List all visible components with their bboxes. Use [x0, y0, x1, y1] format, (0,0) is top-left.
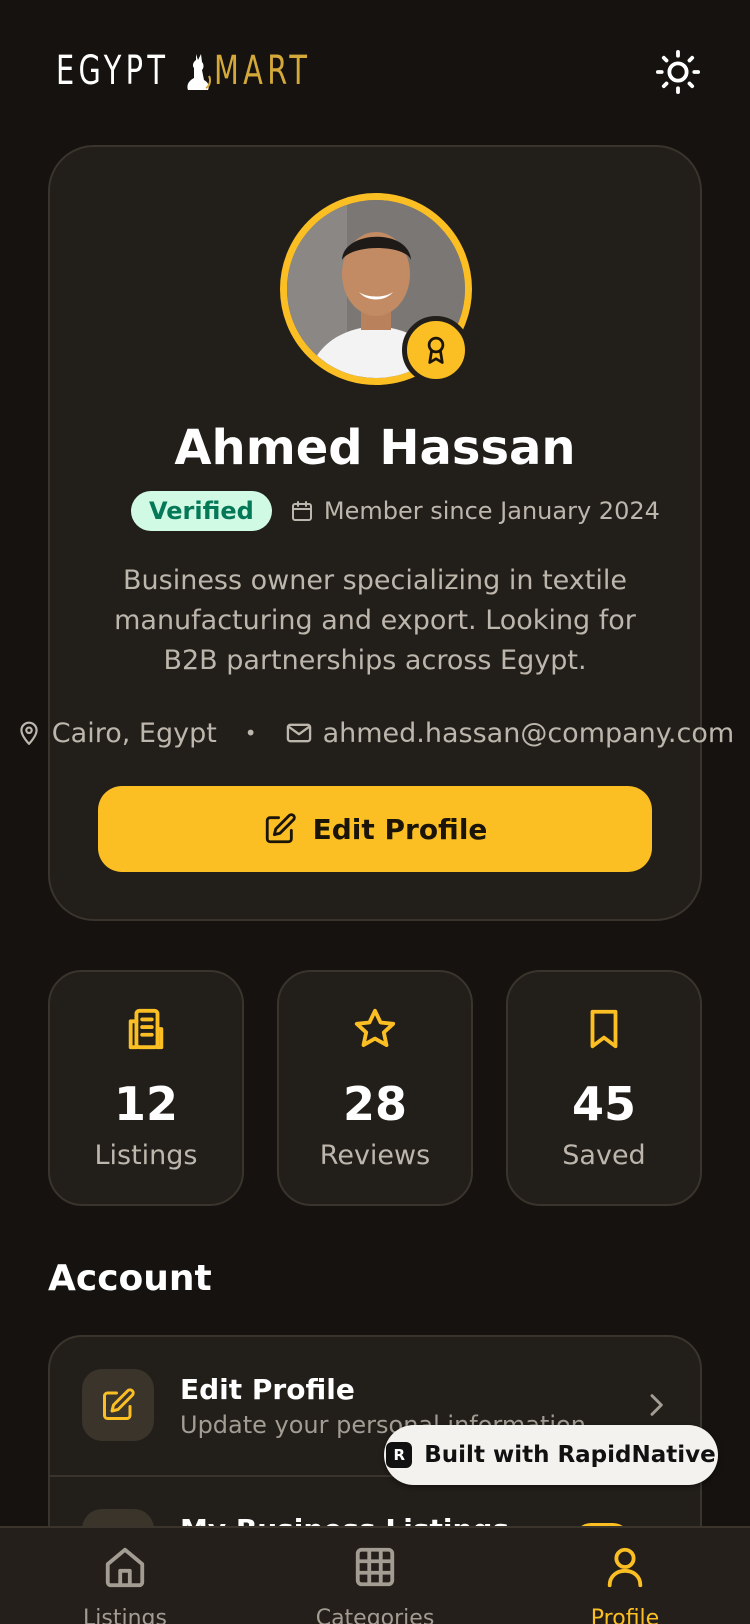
bookmark-icon	[508, 1006, 700, 1054]
bottom-navigation: Listings Categories Profile	[0, 1526, 750, 1624]
built-with-label: Built with RapidNative	[424, 1442, 716, 1468]
edit-profile-label: Edit Profile	[312, 812, 488, 846]
theme-toggle-button[interactable]	[654, 48, 702, 96]
stat-label: Reviews	[319, 1140, 431, 1171]
award-icon	[427, 336, 445, 364]
profile-bio: Business owner specializing in textile m…	[114, 565, 636, 676]
nav-label: Categories	[315, 1606, 435, 1624]
stat-value: 45	[571, 1077, 636, 1131]
verified-badge: Verified	[131, 491, 272, 531]
nav-label: Listings	[83, 1606, 167, 1624]
nav-tab-profile[interactable]: Profile	[500, 1544, 750, 1624]
edit-icon	[265, 813, 296, 844]
document-icon	[50, 1006, 242, 1054]
award-badge	[402, 316, 470, 384]
grid-icon	[250, 1544, 500, 1590]
nav-label: Profile	[590, 1606, 660, 1624]
stat-value: 12	[113, 1077, 178, 1131]
star-icon	[279, 1006, 471, 1054]
profile-meta-row: Verified Member since January 2024	[131, 490, 660, 532]
chevron-right-icon	[640, 1389, 672, 1425]
contact-row: Cairo, Egypt • ahmed.hassan@company.com	[0, 713, 750, 753]
home-icon	[0, 1544, 250, 1590]
member-since-text: Member since January 2024	[323, 497, 660, 525]
calendar-icon	[291, 501, 312, 521]
built-with-rapidnative-badge[interactable]: R Built with RapidNative	[384, 1425, 718, 1485]
rapidnative-logo-icon: R	[386, 1442, 413, 1468]
user-name: Ahmed Hassan	[174, 420, 576, 476]
stat-value: 28	[342, 1077, 407, 1131]
stat-card-listings[interactable]: 12 Listings	[48, 970, 244, 1206]
edit-profile-button[interactable]: Edit Profile	[98, 786, 652, 872]
cat-logo-icon	[182, 50, 212, 92]
member-since: Member since January 2024	[290, 497, 660, 525]
stat-card-saved[interactable]: 45 Saved	[506, 970, 702, 1206]
mail-icon	[286, 723, 311, 743]
account-section-title: Account	[48, 1258, 212, 1299]
egyptmart-logo[interactable]: EGYPT MART	[56, 50, 349, 92]
stat-card-reviews[interactable]: 28 Reviews	[277, 970, 473, 1206]
logo-text-left: EGYPT	[56, 48, 170, 94]
separator-dot: •	[244, 721, 257, 745]
app-header: EGYPT MART	[0, 0, 750, 140]
nav-tab-listings[interactable]: Listings	[0, 1544, 250, 1624]
edit-icon	[82, 1369, 154, 1441]
logo-text-right: MART	[214, 48, 312, 94]
stat-label: Saved	[562, 1140, 646, 1171]
sun-icon	[655, 49, 701, 95]
email-text[interactable]: ahmed.hassan@company.com	[323, 718, 735, 749]
location-pin-icon	[20, 721, 38, 745]
user-icon	[500, 1544, 750, 1590]
nav-tab-categories[interactable]: Categories	[250, 1544, 500, 1624]
location-text: Cairo, Egypt	[51, 717, 217, 749]
account-item-title: Edit Profile	[180, 1373, 355, 1406]
stat-label: Listings	[94, 1140, 198, 1171]
